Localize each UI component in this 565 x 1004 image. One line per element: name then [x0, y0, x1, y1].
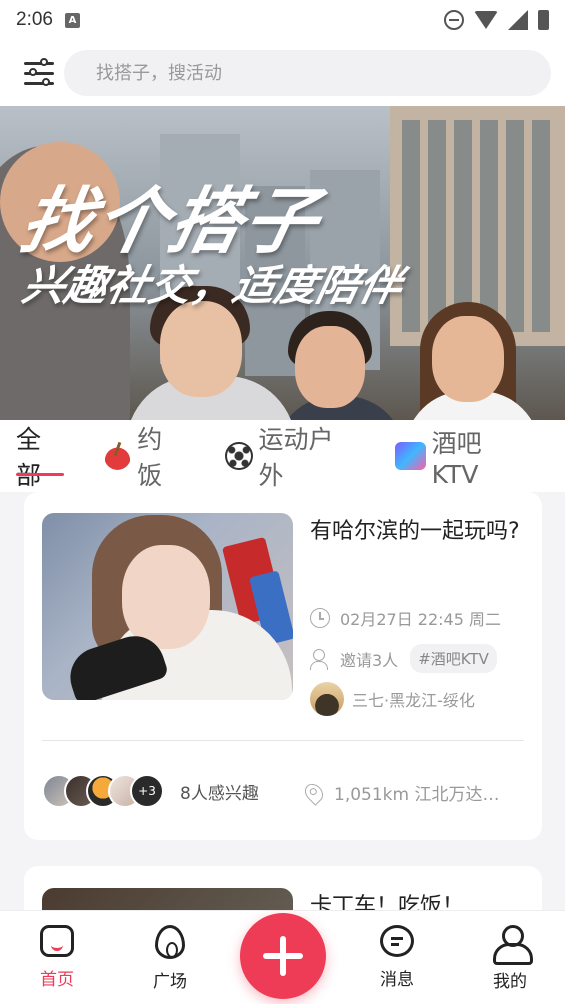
- activity-photo: [42, 513, 293, 700]
- activity-feed: 有哈尔滨的一起玩吗? 02月27日 22:45 周二 邀请3人 #酒吧KTV 三…: [0, 492, 565, 910]
- notification-a-icon: A: [64, 12, 80, 28]
- photo-detail: [122, 545, 210, 649]
- search-input[interactable]: [96, 62, 551, 84]
- activity-location: 1,051km 江北万达…: [334, 785, 500, 805]
- banner-person: [432, 316, 504, 402]
- nav-messages[interactable]: 消息: [357, 925, 437, 990]
- tab-label: 全部: [16, 425, 42, 490]
- ktv-icon: [394, 442, 426, 470]
- banner-person: [160, 301, 242, 397]
- card-divider: [42, 740, 524, 741]
- nav-plaza[interactable]: 广场: [130, 925, 210, 992]
- signal-icon: [508, 10, 528, 30]
- tab-dining[interactable]: 约饭: [104, 420, 185, 492]
- location-pin-icon: [301, 779, 327, 806]
- search-header: [0, 40, 565, 106]
- host-name-location: 三七·黑龙江-绥化: [352, 691, 475, 710]
- tab-bar-ktv[interactable]: 酒吧KTV: [394, 420, 525, 492]
- activity-time-row: 02月27日 22:45 周二: [310, 606, 501, 630]
- message-icon: [380, 925, 414, 957]
- activity-host-row[interactable]: 三七·黑龙江-绥化: [310, 682, 475, 716]
- tab-label: 酒吧KTV: [431, 428, 482, 489]
- wifi-icon: [474, 11, 498, 29]
- do-not-disturb-icon: [444, 10, 464, 30]
- profile-icon: [493, 925, 533, 965]
- tab-label: 运动户外: [258, 425, 334, 490]
- status-icons: [444, 10, 549, 30]
- avatar-overflow-count: +3: [130, 774, 164, 808]
- bottom-nav: 首页 广场 消息 我的: [0, 910, 565, 1004]
- activity-card[interactable]: 有哈尔滨的一起玩吗? 02月27日 22:45 周二 邀请3人 #酒吧KTV 三…: [24, 492, 542, 840]
- soccer-ball-icon: [225, 442, 253, 470]
- nav-label: 我的: [493, 972, 527, 992]
- banner-person: [295, 326, 365, 408]
- tab-sports-outdoor[interactable]: 运动户外: [225, 420, 354, 492]
- interested-avatars[interactable]: +3 8人感兴趣: [42, 774, 259, 808]
- activity-title: 卡丁车！吃饭！: [310, 894, 465, 910]
- tab-all[interactable]: 全部: [16, 420, 65, 492]
- bowl-icon: [104, 442, 132, 470]
- status-bar: 2:06 A: [0, 0, 565, 40]
- activity-datetime: 02月27日 22:45 周二: [340, 610, 502, 629]
- interest-count: 8人感兴趣: [180, 783, 259, 804]
- search-box[interactable]: [64, 50, 551, 96]
- battery-icon: [538, 10, 549, 30]
- home-icon: [40, 925, 74, 957]
- nav-label: 首页: [40, 970, 74, 990]
- host-avatar[interactable]: [310, 682, 344, 716]
- category-tabs: 全部 约饭 运动户外 酒吧KTV: [0, 420, 565, 492]
- status-time: 2:06: [16, 9, 53, 30]
- clock-icon: [310, 608, 330, 628]
- tab-label: 约饭: [137, 425, 163, 490]
- activity-location-row: 1,051km 江北万达…: [301, 779, 500, 806]
- person-add-icon: [310, 648, 330, 670]
- banner-subtitle: 兴趣社交，适度陪伴: [18, 261, 407, 310]
- nav-label: 广场: [153, 972, 187, 992]
- flame-icon: [155, 925, 185, 959]
- activity-tag[interactable]: #酒吧KTV: [410, 644, 497, 673]
- nav-home[interactable]: 首页: [17, 925, 97, 990]
- activity-invite-row: 邀请3人 #酒吧KTV: [310, 644, 497, 673]
- nav-label: 消息: [380, 970, 414, 990]
- activity-invite-count: 邀请3人: [340, 650, 399, 670]
- create-activity-button[interactable]: [240, 913, 326, 999]
- activity-photo: [42, 888, 293, 910]
- nav-mine[interactable]: 我的: [470, 925, 550, 992]
- promo-banner[interactable]: 找个搭子 兴趣社交，适度陪伴: [0, 106, 565, 420]
- activity-card[interactable]: 卡丁车！吃饭！: [24, 866, 542, 910]
- activity-title: 有哈尔滨的一起玩吗?: [310, 519, 520, 544]
- filter-icon[interactable]: [24, 58, 56, 88]
